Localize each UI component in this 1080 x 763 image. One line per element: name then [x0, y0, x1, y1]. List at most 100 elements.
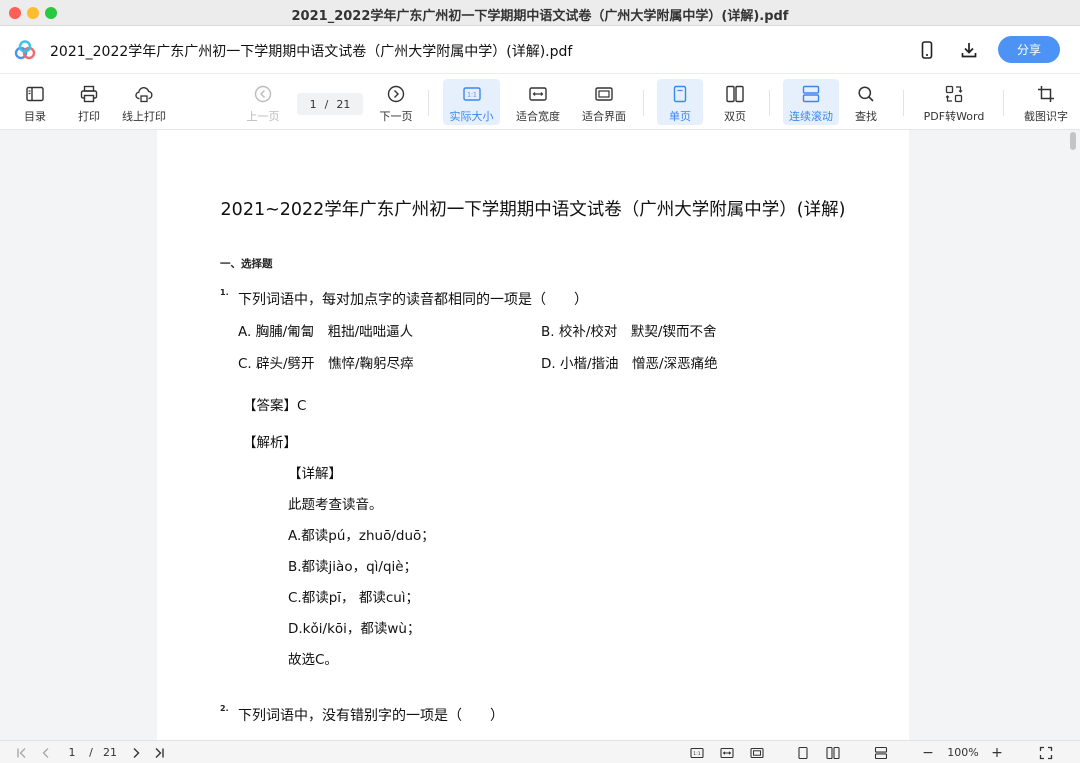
search-icon [858, 86, 874, 102]
next-page-button[interactable]: 下一页 [375, 79, 417, 125]
single-page-label: 单页 [669, 110, 691, 123]
toolbar-divider [643, 90, 644, 116]
toolbar: 目录 打印 线上打印 上一页 下一页 1:1 实际大小 适合宽度 适合界面 单页… [0, 74, 1080, 130]
fit-width-button[interactable]: 适合宽度 [511, 79, 565, 125]
download-icon[interactable] [957, 38, 981, 62]
current-page: 1 [309, 97, 317, 111]
continuous-scroll-button[interactable]: 连续滚动 [783, 79, 839, 125]
fit-width-icon [529, 87, 547, 101]
single-page-icon [673, 85, 687, 103]
single-page-button[interactable]: 单页 [657, 79, 703, 125]
explanation-line: C.都读pī， 都读cuì； [288, 590, 420, 606]
option-b: B. 校补/校对 默契/锲而不舍 [541, 324, 717, 340]
analysis-heading: 【解析】 [243, 435, 297, 451]
print-button[interactable]: 打印 [71, 79, 107, 125]
fit-width-label: 适合宽度 [516, 110, 560, 123]
first-page-icon[interactable] [14, 744, 30, 761]
toolbar-divider [428, 90, 429, 116]
continuous-scroll-icon[interactable] [872, 744, 890, 761]
toolbar-divider [1003, 90, 1004, 116]
find-label: 查找 [855, 110, 877, 123]
sidebar-icon [26, 86, 44, 102]
app-logo-icon [14, 40, 36, 60]
detail-heading: 【详解】 [288, 466, 342, 482]
status-bar: 1 / 21 1:1 − 100% + [0, 740, 1080, 763]
actual-size-icon[interactable]: 1:1 [688, 744, 706, 761]
scrollbar-thumb[interactable] [1070, 132, 1076, 150]
single-page-icon[interactable] [795, 744, 811, 761]
cloud-print-icon [135, 87, 153, 103]
document-viewer[interactable]: 2021~2022学年广东广州初一下学期期中语文试卷（广州大学附属中学）(详解)… [0, 130, 1080, 740]
continuous-scroll-icon [802, 85, 820, 103]
pdf-to-word-label: PDF转Word [923, 110, 985, 123]
continuous-scroll-label: 连续滚动 [789, 110, 833, 123]
total-pages: 21 [336, 97, 351, 111]
vertical-scrollbar[interactable] [1068, 130, 1080, 740]
zoom-in-button[interactable]: + [989, 744, 1005, 761]
pdf-page: 2021~2022学年广东广州初一下学期期中语文试卷（广州大学附属中学）(详解)… [157, 130, 909, 740]
prev-page-button[interactable]: 上一页 [243, 79, 283, 125]
chevron-right-icon[interactable] [128, 744, 144, 761]
question-number: 1. [220, 288, 229, 297]
zoom-level[interactable]: 100% [942, 744, 984, 761]
printer-icon [80, 85, 98, 103]
last-page-icon[interactable] [151, 744, 167, 761]
next-page-label: 下一页 [379, 110, 413, 123]
svg-text:1:1: 1:1 [693, 751, 700, 757]
online-print-label: 线上打印 [122, 110, 166, 123]
explanation-line: 此题考查读音。 [288, 497, 383, 513]
double-page-label: 双页 [724, 110, 746, 123]
chevron-left-circle-icon [254, 85, 272, 103]
toolbar-divider [903, 90, 904, 116]
status-page-separator: / [89, 746, 93, 759]
crop-icon [1038, 86, 1054, 102]
zoom-out-button[interactable]: − [920, 744, 936, 761]
convert-icon [945, 85, 963, 103]
fit-width-icon[interactable] [718, 744, 736, 761]
phone-icon[interactable] [915, 38, 939, 62]
toc-button[interactable]: 目录 [17, 79, 53, 125]
option-d: D. 小楷/揩油 憎恶/深恶痛绝 [541, 356, 718, 372]
share-button[interactable]: 分享 [998, 36, 1060, 63]
chevron-left-icon[interactable] [38, 744, 54, 761]
fit-page-icon[interactable] [748, 744, 766, 761]
svg-text:1:1: 1:1 [467, 91, 477, 98]
exam-title: 2021~2022学年广东广州初一下学期期中语文试卷（广州大学附属中学）(详解) [220, 200, 846, 220]
window-titlebar: 2021_2022学年广东广州初一下学期期中语文试卷（广州大学附属中学）(详解)… [0, 0, 1080, 26]
print-label: 打印 [78, 110, 100, 123]
fullscreen-icon[interactable] [1038, 744, 1054, 761]
online-print-button[interactable]: 线上打印 [116, 79, 172, 125]
ocr-label: 截图识字 [1024, 110, 1068, 123]
toc-label: 目录 [24, 110, 46, 123]
option-c: C. 辟头/劈开 憔悴/鞠躬尽瘁 [238, 356, 414, 372]
window-title: 2021_2022学年广东广州初一下学期期中语文试卷（广州大学附属中学）(详解)… [291, 9, 789, 24]
chevron-right-circle-icon [387, 85, 405, 103]
find-button[interactable]: 查找 [848, 79, 884, 125]
document-title: 2021_2022学年广东广州初一下学期期中语文试卷（广州大学附属中学）(详解)… [50, 44, 573, 60]
fit-page-label: 适合界面 [582, 110, 626, 123]
question-number: 2. [220, 704, 229, 713]
actual-size-button[interactable]: 1:1 实际大小 [443, 79, 500, 125]
section-heading: 一、选择题 [220, 258, 273, 270]
pdf-to-word-button[interactable]: PDF转Word [920, 79, 988, 125]
page-number-input[interactable]: 1 / 21 [297, 93, 363, 115]
explanation-line: A.都读pú，zhuō/duō； [288, 528, 435, 544]
status-current-page[interactable]: 1 [64, 744, 80, 761]
ocr-button[interactable]: 截图识字 [1018, 79, 1074, 125]
question-stem: 下列词语中，没有错别字的一项是（ ） [238, 708, 504, 724]
app-header: 2021_2022学年广东广州初一下学期期中语文试卷（广州大学附属中学）(详解)… [0, 26, 1080, 74]
double-page-icon[interactable] [824, 744, 842, 761]
double-page-button[interactable]: 双页 [714, 79, 756, 125]
explanation-line: 故选C。 [288, 652, 338, 668]
prev-page-label: 上一页 [246, 110, 280, 123]
actual-size-icon: 1:1 [462, 87, 481, 101]
actual-size-label: 实际大小 [449, 110, 494, 123]
answer-line: 【答案】C [243, 398, 307, 414]
toolbar-divider [769, 90, 770, 116]
question-stem: 下列词语中，每对加点字的读音都相同的一项是（ ） [238, 292, 588, 308]
fit-page-icon [595, 87, 613, 101]
page-separator: / [324, 97, 329, 111]
double-page-icon [726, 85, 744, 103]
explanation-line: D.kǒi/kōi，都读wù； [288, 621, 421, 637]
fit-page-button[interactable]: 适合界面 [577, 79, 631, 125]
